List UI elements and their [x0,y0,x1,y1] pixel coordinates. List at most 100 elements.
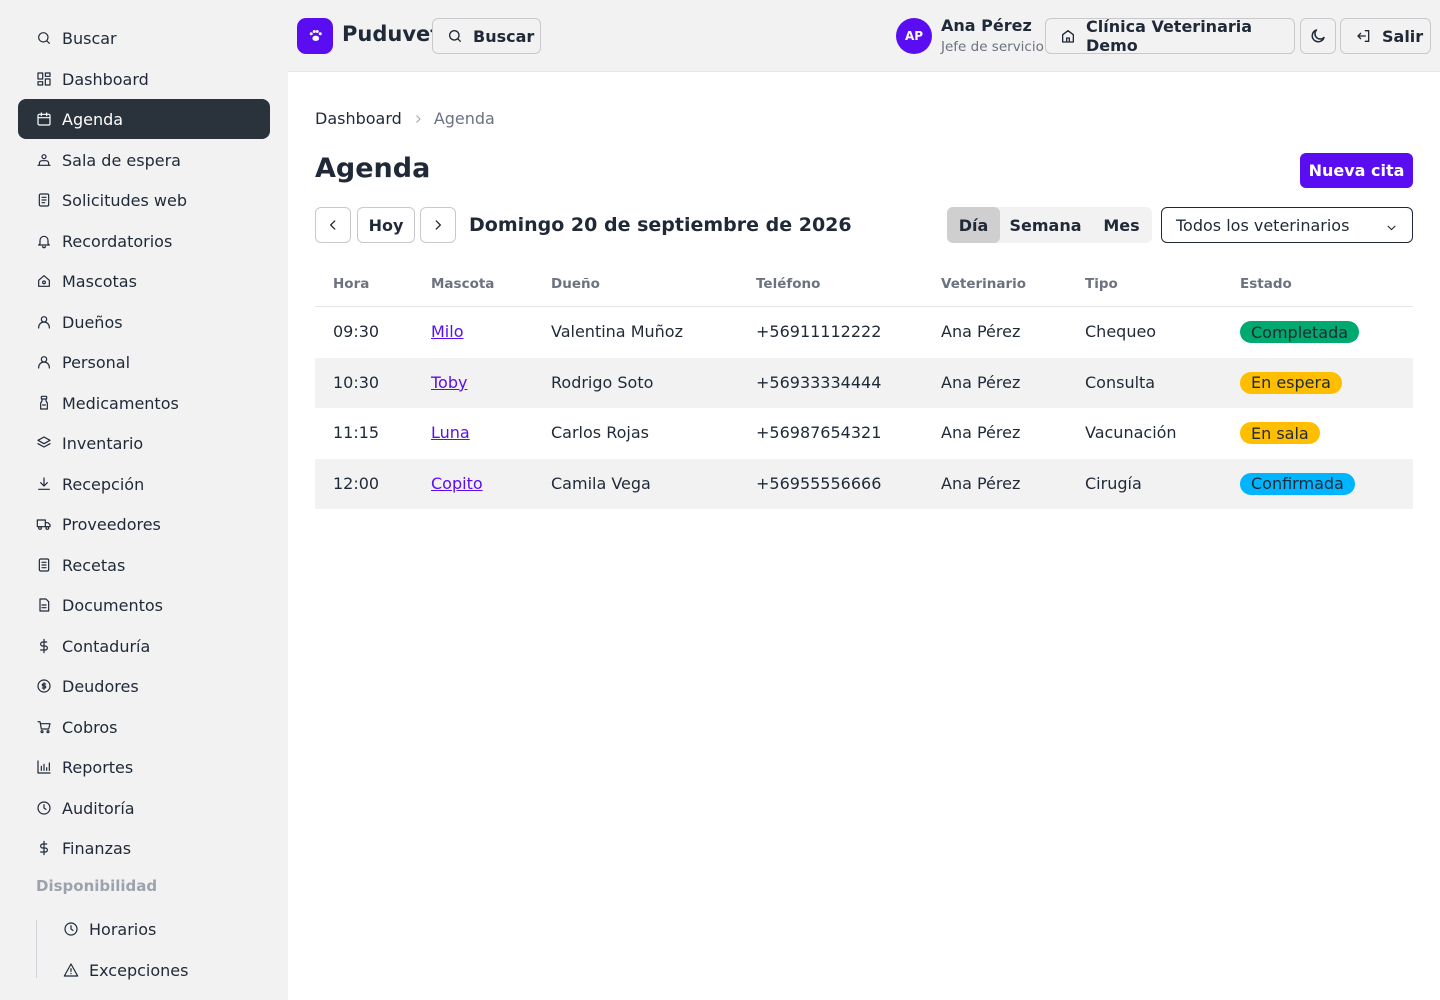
sidebar-item-recetas[interactable]: Recetas [18,545,270,585]
sidebar-item-recepcion[interactable]: Recepción [18,464,270,504]
sidebar-item-label: Deudores [62,676,139,696]
clock-icon [36,800,52,816]
cell-telefono: +56955556666 [756,473,882,493]
vet-filter-select[interactable]: Todos los veterinarios [1161,207,1413,243]
sidebar-item-excepciones[interactable]: Excepciones [45,950,270,990]
cell-hora: 09:30 [333,322,380,341]
calendar-icon [36,111,52,127]
sidebar-item-dashboard[interactable]: Dashboard [18,59,270,99]
brand-name[interactable]: Puduvet [342,22,440,46]
today-button[interactable]: Hoy [357,207,415,243]
view-month-tab[interactable]: Mes [1091,207,1152,243]
chevron-right-icon [412,113,424,125]
cell-veterinario: Ana Pérez [941,423,1021,442]
truck-icon [36,516,52,532]
cell-telefono: +56987654321 [756,423,882,442]
appointments-table: Hora Mascota Dueño Teléfono Veterinario … [315,262,1413,509]
cell-dueno: Camila Vega [551,473,651,493]
breadcrumb-dashboard[interactable]: Dashboard [315,109,402,128]
user-icon [36,354,52,370]
topbar: Puduvet Buscar AP Ana Pérez Jefe de serv… [288,0,1440,72]
pet-icon [36,273,52,289]
sidebar-item-label: Reportes [62,757,134,777]
prescription-icon [36,557,52,573]
cell-tipo: Consulta [1085,372,1156,392]
cell-dueno: Carlos Rojas [551,423,649,442]
logout-label: Salir [1382,26,1424,46]
sidebar-item-auditoria[interactable]: Auditoría [18,788,270,828]
sidebar-item-label: Recepción [62,474,145,494]
status-badge: Confirmada [1240,472,1355,495]
new-appointment-button[interactable]: Nueva cita [1300,153,1413,188]
page-title: Agenda [315,153,431,184]
file-icon [36,597,52,613]
header-hora: Hora [333,276,370,292]
sidebar-item-solicitudes-web[interactable]: Solicitudes web [18,180,270,220]
sidebar-item-label: Finanzas [62,838,132,858]
user-name: Ana Pérez [941,16,1032,35]
clinic-selector-button[interactable]: Clínica Veterinaria Demo [1045,17,1295,55]
logout-button[interactable]: Salir [1340,18,1431,54]
sidebar-item-proveedores[interactable]: Proveedores [18,504,270,544]
theme-toggle-button[interactable] [1300,18,1336,54]
sidebar-item-mascotas[interactable]: Mascotas [18,261,270,301]
sidebar-item-inventario[interactable]: Inventario [18,423,270,463]
sidebar-item-label: Sala de espera [62,150,181,170]
sidebar-item-recordatorios[interactable]: Recordatorios [18,221,270,261]
cell-telefono: +56911112222 [756,322,882,341]
sidebar-item-agenda[interactable]: Agenda [18,99,270,139]
chevron-left-icon [326,218,340,232]
cell-telefono: +56933334444 [756,372,882,392]
medicine-icon [36,395,52,411]
sidebar-item-reportes[interactable]: Reportes [18,747,270,787]
header-tipo: Tipo [1085,276,1118,292]
sidebar-item-personal[interactable]: Personal [18,342,270,382]
sidebar-item-label: Inventario [62,433,144,453]
cell-tipo: Vacunación [1085,423,1177,442]
next-day-button[interactable] [420,207,456,243]
cell-hora: 11:15 [333,423,380,442]
paw-logo-icon[interactable] [297,18,333,54]
download-icon [36,476,52,492]
sidebar-item-buscar[interactable]: Buscar [18,18,270,58]
moon-icon [1309,27,1327,45]
pet-link[interactable]: Toby [431,373,467,392]
chevron-down-icon [1385,219,1398,238]
view-day-tab[interactable]: Día [947,207,1000,243]
header-dueno: Dueño [551,276,600,292]
sidebar-item-finanzas[interactable]: Finanzas [18,828,270,868]
avatar[interactable]: AP [896,18,932,54]
sidebar-item-contaduria[interactable]: Contaduría [18,626,270,666]
coin-icon [36,678,52,694]
submenu-rule [36,920,37,978]
pet-link[interactable]: Copito [431,474,483,493]
view-week-tab[interactable]: Semana [1000,207,1091,243]
search-button[interactable]: Buscar [432,18,541,54]
table-row: 09:30 Milo Valentina Muñoz +56911112222 … [315,307,1413,358]
pet-link[interactable]: Luna [431,423,470,442]
sidebar-item-deudores[interactable]: Deudores [18,666,270,706]
waiting-room-icon [36,152,52,168]
previous-day-button[interactable] [315,207,351,243]
sidebar-item-horarios[interactable]: Horarios [45,909,270,949]
sidebar-item-medicamentos[interactable]: Medicamentos [18,383,270,423]
dollar-icon [36,638,52,654]
pet-link[interactable]: Milo [431,322,463,341]
sidebar-item-label: Auditoría [62,798,135,818]
logout-icon [1356,28,1372,44]
sidebar-item-label: Medicamentos [62,393,179,413]
bell-icon [36,233,52,249]
clinic-label: Clínica Veterinaria Demo [1086,17,1253,55]
sidebar-item-sala-de-espera[interactable]: Sala de espera [18,140,270,180]
cell-tipo: Chequeo [1085,322,1157,341]
warning-icon [63,962,79,978]
sidebar-item-documentos[interactable]: Documentos [18,585,270,625]
sidebar-item-label: Excepciones [89,960,189,980]
sidebar-item-cobros[interactable]: Cobros [18,707,270,747]
cell-veterinario: Ana Pérez [941,473,1021,493]
cell-hora: 12:00 [333,473,380,493]
sidebar-item-label: Recordatorios [62,231,173,251]
sidebar-item-duenos[interactable]: Dueños [18,302,270,342]
cart-icon [36,719,52,735]
sidebar-item-label: Mascotas [62,271,137,291]
